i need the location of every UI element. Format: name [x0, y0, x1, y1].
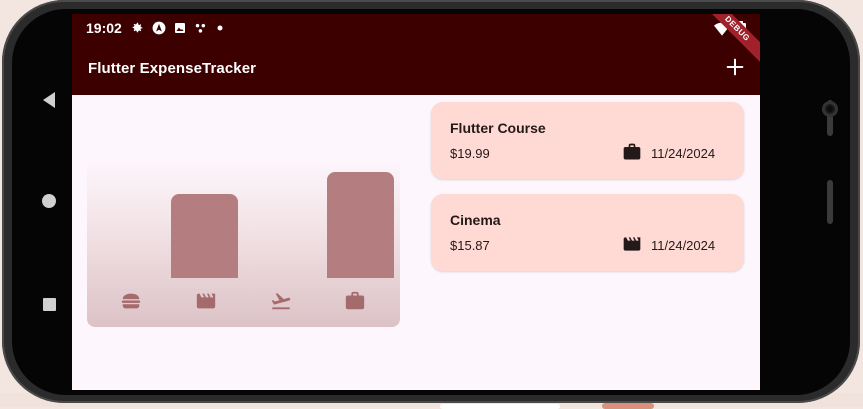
dot-icon: [217, 25, 223, 31]
expense-title: Cinema: [450, 212, 501, 228]
status-bar: 19:02: [72, 14, 760, 44]
gear-icon: [132, 22, 143, 33]
recents-icon[interactable]: [43, 298, 56, 311]
system-nav-bar: [30, 80, 70, 320]
status-time: 19:02: [86, 20, 122, 36]
expense-chart: [87, 156, 400, 327]
burger-icon: [121, 293, 141, 309]
status-notification-icons: [130, 20, 224, 36]
expense-title: Flutter Course: [450, 120, 546, 136]
chart-bar-work: [327, 172, 395, 278]
image-icon: [175, 23, 185, 33]
home-icon[interactable]: [42, 194, 56, 208]
back-icon[interactable]: [43, 92, 55, 108]
expense-item[interactable]: Cinema $15.87 11/24/2024: [431, 194, 744, 271]
plus-icon[interactable]: [724, 56, 746, 78]
navigation-icon: [152, 21, 166, 35]
expense-item[interactable]: Flutter Course $19.99 11/24/2024: [431, 102, 744, 179]
dots-icon: [195, 23, 206, 33]
app-title: Flutter ExpenseTracker: [88, 60, 257, 77]
volume-button[interactable]: [827, 180, 833, 224]
clapperboard-icon: [623, 237, 641, 251]
flight-takeoff-icon: [271, 293, 291, 310]
expense-date: 11/24/2024: [651, 146, 716, 161]
app-bar: Flutter ExpenseTracker: [72, 44, 760, 95]
expense-date: 11/24/2024: [651, 238, 716, 253]
clapperboard-icon: [196, 293, 216, 309]
expense-amount: $19.99: [450, 146, 490, 161]
app-screen: 19:02 Flutter ExpenseTracker DEBUG Flutt…: [72, 14, 760, 390]
camera-icon: [822, 101, 838, 117]
chart-bar-leisure: [170, 193, 238, 278]
briefcase-icon: [345, 291, 365, 310]
expense-amount: $15.87: [450, 238, 490, 253]
briefcase-icon: [623, 143, 641, 160]
taskbar-item: [602, 403, 654, 409]
